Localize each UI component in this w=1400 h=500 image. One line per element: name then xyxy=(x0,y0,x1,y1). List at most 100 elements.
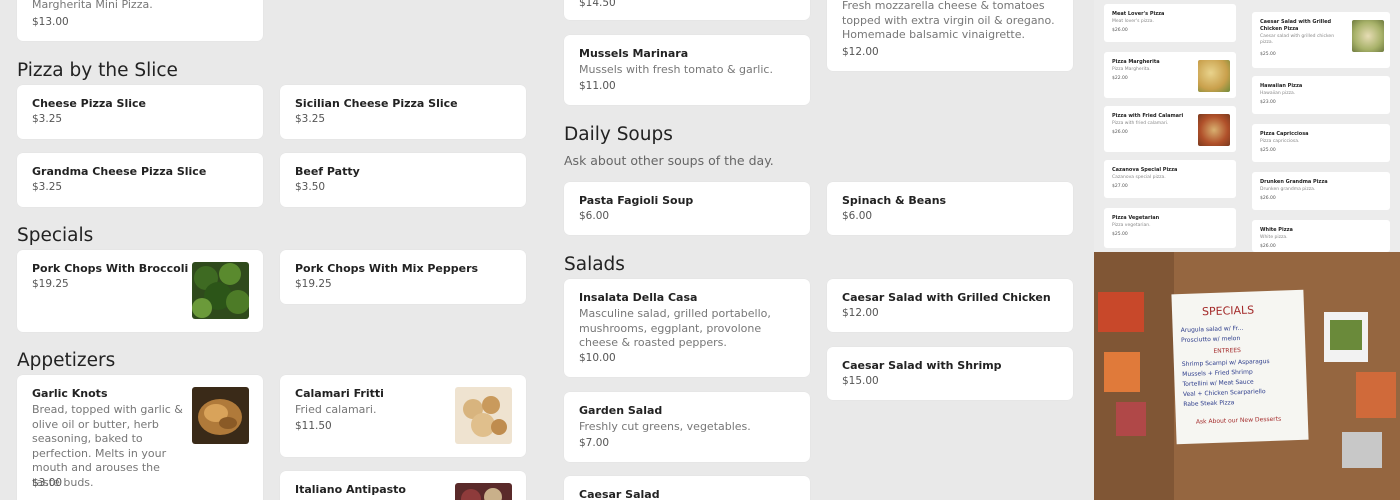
item-name: Caesar Salad with Shrimp xyxy=(842,359,1002,372)
item-price: $7.00 xyxy=(579,437,610,449)
item-price: $25.00 xyxy=(1112,232,1128,237)
item-name: Sicilian Cheese Pizza Slice xyxy=(295,97,458,110)
item-description: Pizza Margherita. xyxy=(1112,67,1151,72)
item-price: $12.00 xyxy=(842,46,879,58)
pizza-photo xyxy=(1198,114,1230,146)
menu-item-card[interactable]: Pizza Vegetarian Pizza vegetarian. $25.0… xyxy=(1104,208,1236,248)
item-price: $23.00 xyxy=(1260,100,1276,105)
item-description: Freshly cut greens, vegetables. xyxy=(579,420,751,433)
item-name: Meat Lover's Pizza xyxy=(1112,11,1165,17)
item-name: Italiano Antipasto xyxy=(295,483,406,496)
menu-item-card[interactable]: $14.50 xyxy=(564,0,810,20)
menu-item-card[interactable]: White Pizza White pizza. $26.00 xyxy=(1252,220,1390,252)
board-line: ENTREES xyxy=(1213,347,1241,355)
menu-item-card[interactable]: Mussels Marinara Mussels with fresh toma… xyxy=(564,35,810,105)
menu-item-card[interactable]: Hawaiian Pizza Hawaiian pizza. $23.00 xyxy=(1252,76,1390,114)
menu-item-card[interactable]: Drunken Grandma Pizza Drunken grandma pi… xyxy=(1252,172,1390,210)
item-description: Drunken grandma pizza. xyxy=(1260,187,1316,192)
menu-item-card[interactable]: Pork Chops With Mix Peppers $19.25 xyxy=(280,250,526,304)
section-title: Appetizers xyxy=(17,350,116,371)
calamari-photo xyxy=(455,387,512,444)
item-price: $14.50 xyxy=(579,0,616,9)
menu-item-card[interactable]: Beef Patty $3.50 xyxy=(280,153,526,207)
menu-item-card[interactable]: Insalata Della Casa Masculine salad, gri… xyxy=(564,279,810,377)
item-price: $27.00 xyxy=(1112,184,1128,189)
item-price: $15.00 xyxy=(842,375,879,387)
item-description: Caesar salad with grilled chicken pizza. xyxy=(1260,34,1335,45)
item-price: $11.00 xyxy=(579,80,616,92)
item-price: $3.00 xyxy=(32,477,63,489)
menu-item-card[interactable]: Garlic Knots Bread, topped with garlic &… xyxy=(17,375,263,500)
menu-panel-middle: $14.50 Fresh mozzarella cheese & tomatoe… xyxy=(547,0,1090,500)
item-price: $26.00 xyxy=(1112,28,1128,33)
menu-item-card[interactable]: Pizza Margherita Pizza Margherita. $22.0… xyxy=(1104,52,1236,98)
menu-item-card[interactable]: Italiano Antipasto xyxy=(280,471,526,500)
item-name: Cazanova Special Pizza xyxy=(1112,167,1178,173)
pizza-photo xyxy=(1198,60,1230,92)
menu-item-card[interactable]: Calamari Fritti Fried calamari. $11.50 xyxy=(280,375,526,457)
item-price: $3.25 xyxy=(295,113,326,125)
menu-item-card[interactable]: Pizza with Fried Calamari Pizza with fri… xyxy=(1104,106,1236,152)
item-description: Hawaiian pizza. xyxy=(1260,91,1296,96)
item-name: Pizza Capricciosa xyxy=(1260,131,1309,137)
item-price: $12.00 xyxy=(842,307,879,319)
item-description: Masculine salad, grilled portabello, mus… xyxy=(579,307,771,349)
garlic-knots-photo xyxy=(192,387,249,444)
item-description: Pizza vegetarian. xyxy=(1112,223,1151,228)
item-price: $25.00 xyxy=(1260,52,1276,57)
item-price: $26.00 xyxy=(1260,244,1276,249)
specials-board-photo: SPECIALS Arugula salad w/ Fr... Prosciut… xyxy=(1094,252,1400,500)
item-name: Garlic Knots xyxy=(32,387,108,400)
item-name: Spinach & Beans xyxy=(842,194,947,207)
section-title: Pizza by the Slice xyxy=(17,60,178,81)
item-name: Hawaiian Pizza xyxy=(1260,83,1303,89)
menu-item-card[interactable]: Caesar Salad with Shrimp $15.00 xyxy=(827,347,1073,400)
menu-item-card[interactable]: Cazanova Special Pizza Cazanova special … xyxy=(1104,160,1236,198)
item-name: Pizza with Fried Calamari xyxy=(1112,113,1184,119)
menu-item-card[interactable]: Garden Salad Freshly cut greens, vegetab… xyxy=(564,392,810,462)
item-price: $3.25 xyxy=(32,113,63,125)
item-name: Cheese Pizza Slice xyxy=(32,97,146,110)
broccoli-rabe-photo xyxy=(192,262,249,319)
item-name: Drunken Grandma Pizza xyxy=(1260,179,1328,185)
section-note: Ask about other soups of the day. xyxy=(564,153,774,168)
menu-item-card[interactable]: Pasta Fagioli Soup $6.00 xyxy=(564,182,810,235)
menu-item-card[interactable]: Caesar Salad xyxy=(564,476,810,500)
item-price: $10.00 xyxy=(579,352,616,364)
item-price: $3.50 xyxy=(295,181,326,193)
menu-item-card[interactable]: Caesar Salad with Grilled Chicken $12.00 xyxy=(827,279,1073,332)
menu-item-card[interactable]: Grandma Cheese Pizza Slice $3.25 xyxy=(17,153,263,207)
item-name: Pork Chops With Mix Peppers xyxy=(295,262,479,275)
item-name: Caesar Salad with Grilled Chicken xyxy=(842,291,1051,304)
menu-item-card[interactable]: Caesar Salad with Grilled Chicken Pizza … xyxy=(1252,12,1390,68)
menu-item-card[interactable]: Pork Chops With Broccoli Rabe $19.25 xyxy=(17,250,263,332)
item-name: Pizza Margherita xyxy=(1112,59,1160,65)
item-description: Margherita Mini Pizza. xyxy=(32,0,153,11)
item-name: Caesar Salad xyxy=(579,488,660,500)
item-name: Pasta Fagioli Soup xyxy=(579,194,694,207)
item-description: White pizza. xyxy=(1260,235,1288,240)
menu-item-card[interactable]: Fresh mozzarella cheese & tomatoes toppe… xyxy=(827,0,1073,71)
menu-panel-left: Margherita Mini Pizza. $13.00 Pizza by t… xyxy=(0,0,543,500)
section-title: Daily Soups xyxy=(564,124,673,145)
menu-item-card[interactable]: Pizza Capricciosa Pizza capricciosa. $25… xyxy=(1252,124,1390,162)
item-description: Cazanova special pizza. xyxy=(1112,175,1166,180)
section-title: Specials xyxy=(17,225,94,246)
item-description: Fresh mozzarella cheese & tomatoes toppe… xyxy=(842,0,1055,41)
item-name: Caesar Salad with Grilled Chicken Pizza xyxy=(1260,19,1332,32)
item-description: Mussels with fresh tomato & garlic. xyxy=(579,63,773,76)
antipasto-photo xyxy=(455,483,512,500)
menu-item-card[interactable]: Sicilian Cheese Pizza Slice $3.25 xyxy=(280,85,526,139)
menu-item-card[interactable]: Cheese Pizza Slice $3.25 xyxy=(17,85,263,139)
item-price: $6.00 xyxy=(842,210,873,222)
item-price: $11.50 xyxy=(295,420,332,432)
item-description: Fried calamari. xyxy=(295,403,377,416)
item-name: Garden Salad xyxy=(579,404,663,417)
menu-item-card[interactable]: Meat Lover's Pizza Meat lover's pizza. $… xyxy=(1104,4,1236,42)
item-price: $13.00 xyxy=(32,16,69,28)
item-name: Beef Patty xyxy=(295,165,360,178)
item-price: $3.25 xyxy=(32,181,63,193)
item-description: Pizza capricciosa. xyxy=(1260,139,1300,144)
menu-item-card[interactable]: Margherita Mini Pizza. $13.00 xyxy=(17,0,263,41)
menu-item-card[interactable]: Spinach & Beans $6.00 xyxy=(827,182,1073,235)
